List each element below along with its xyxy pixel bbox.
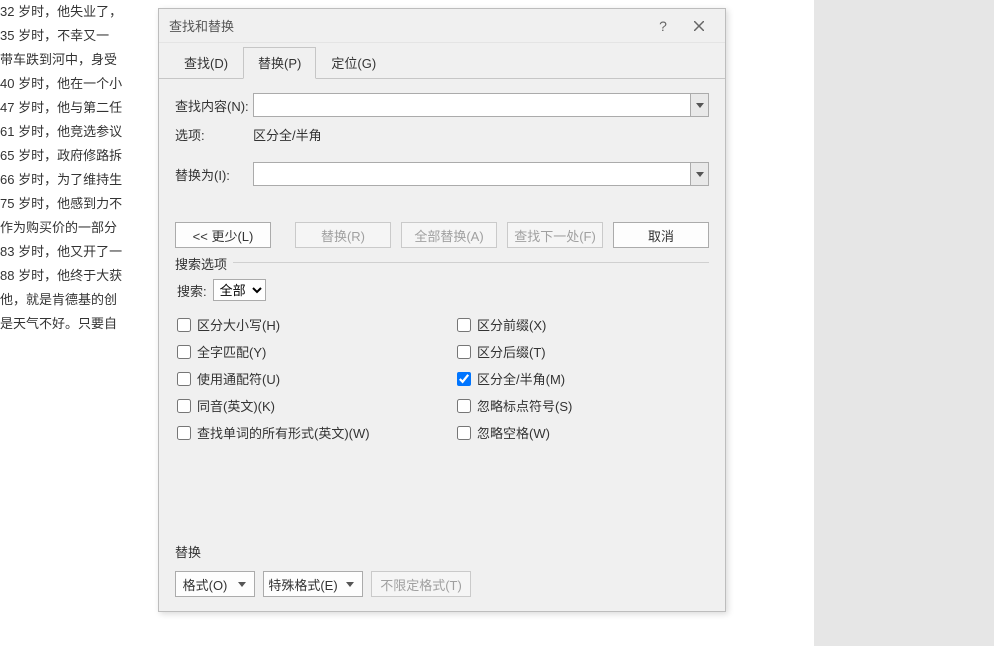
replace-with-input[interactable]	[253, 162, 709, 186]
ignore-punct-check[interactable]: 忽略标点符号(S)	[457, 396, 707, 415]
options-value: 区分全/半角	[253, 125, 322, 144]
whole-word-check[interactable]: 全字匹配(Y)	[177, 342, 427, 361]
replace-all-button[interactable]: 全部替换(A)	[401, 222, 497, 248]
search-options-legend: 搜索选项	[175, 254, 233, 273]
close-button[interactable]	[681, 14, 717, 38]
whole-word-checkbox[interactable]	[177, 345, 191, 359]
no-format-button[interactable]: 不限定格式(T)	[371, 571, 471, 597]
ignore-space-checkbox[interactable]	[457, 426, 471, 440]
all-forms-checkbox[interactable]	[177, 426, 191, 440]
chevron-down-icon	[696, 172, 704, 177]
search-options-fieldset: 搜索选项 搜索: 全部 区分大小写(H) 全字匹配(Y) 使用通配符(U) 同音…	[175, 262, 709, 448]
prefix-checkbox[interactable]	[457, 318, 471, 332]
options-label: 选项:	[175, 125, 253, 144]
ignore-punct-checkbox[interactable]	[457, 399, 471, 413]
replace-button[interactable]: 替换(R)	[295, 222, 391, 248]
replace-with-row: 替换为(I):	[175, 162, 709, 186]
wildcards-checkbox[interactable]	[177, 372, 191, 386]
format-button[interactable]: 格式(O)	[175, 571, 255, 597]
chevron-down-icon	[696, 103, 704, 108]
find-replace-dialog: 查找和替换 ? 查找(D) 替换(P) 定位(G) 查找内容(N): 选项: 区…	[158, 8, 726, 612]
replace-with-dropdown[interactable]	[690, 163, 708, 185]
help-button[interactable]: ?	[645, 14, 681, 38]
wildcards-check[interactable]: 使用通配符(U)	[177, 369, 427, 388]
options-row: 选项: 区分全/半角	[175, 125, 709, 144]
ignore-space-check[interactable]: 忽略空格(W)	[457, 423, 707, 442]
sounds-like-check[interactable]: 同音(英文)(K)	[177, 396, 427, 415]
dialog-title: 查找和替换	[169, 16, 645, 35]
find-next-button[interactable]: 查找下一处(F)	[507, 222, 603, 248]
search-direction-row: 搜索: 全部	[177, 279, 707, 301]
checkbox-grid: 区分大小写(H) 全字匹配(Y) 使用通配符(U) 同音(英文)(K) 查找单词…	[177, 315, 707, 442]
close-icon	[694, 21, 704, 31]
dialog-content: 查找内容(N): 选项: 区分全/半角 替换为(I): << 更少(L)	[159, 79, 725, 611]
match-case-checkbox[interactable]	[177, 318, 191, 332]
checkbox-left-col: 区分大小写(H) 全字匹配(Y) 使用通配符(U) 同音(英文)(K) 查找单词…	[177, 315, 427, 442]
tab-replace[interactable]: 替换(P)	[243, 47, 316, 79]
full-half-check[interactable]: 区分全/半角(M)	[457, 369, 707, 388]
suffix-check[interactable]: 区分后缀(T)	[457, 342, 707, 361]
replace-with-label: 替换为(I):	[175, 165, 253, 184]
cancel-button[interactable]: 取消	[613, 222, 709, 248]
full-half-checkbox[interactable]	[457, 372, 471, 386]
replace-format-buttons: 格式(O) 特殊格式(E) 不限定格式(T)	[175, 571, 709, 597]
all-forms-check[interactable]: 查找单词的所有形式(英文)(W)	[177, 423, 427, 442]
spacer	[175, 448, 709, 542]
match-case-check[interactable]: 区分大小写(H)	[177, 315, 427, 334]
checkbox-right-col: 区分前缀(X) 区分后缀(T) 区分全/半角(M) 忽略标点符号(S) 忽略空格…	[427, 315, 707, 442]
replace-section-legend: 替换	[175, 542, 709, 561]
less-button[interactable]: << 更少(L)	[175, 222, 271, 248]
document-right-margin	[814, 0, 994, 646]
action-buttons: << 更少(L) 替换(R) 全部替换(A) 查找下一处(F) 取消	[175, 222, 709, 248]
dialog-titlebar[interactable]: 查找和替换 ?	[159, 9, 725, 43]
replace-with-combo	[253, 162, 709, 186]
tab-find[interactable]: 查找(D)	[169, 47, 243, 79]
dialog-tabs: 查找(D) 替换(P) 定位(G)	[159, 43, 725, 79]
find-what-dropdown[interactable]	[690, 94, 708, 116]
suffix-checkbox[interactable]	[457, 345, 471, 359]
search-direction-label: 搜索:	[177, 281, 207, 300]
find-what-label: 查找内容(N):	[175, 96, 253, 115]
search-direction-select[interactable]: 全部	[213, 279, 266, 301]
special-format-button[interactable]: 特殊格式(E)	[263, 571, 363, 597]
tab-goto[interactable]: 定位(G)	[316, 47, 391, 79]
find-what-combo	[253, 93, 709, 117]
prefix-check[interactable]: 区分前缀(X)	[457, 315, 707, 334]
sounds-like-checkbox[interactable]	[177, 399, 191, 413]
find-what-input[interactable]	[253, 93, 709, 117]
find-what-row: 查找内容(N):	[175, 93, 709, 117]
